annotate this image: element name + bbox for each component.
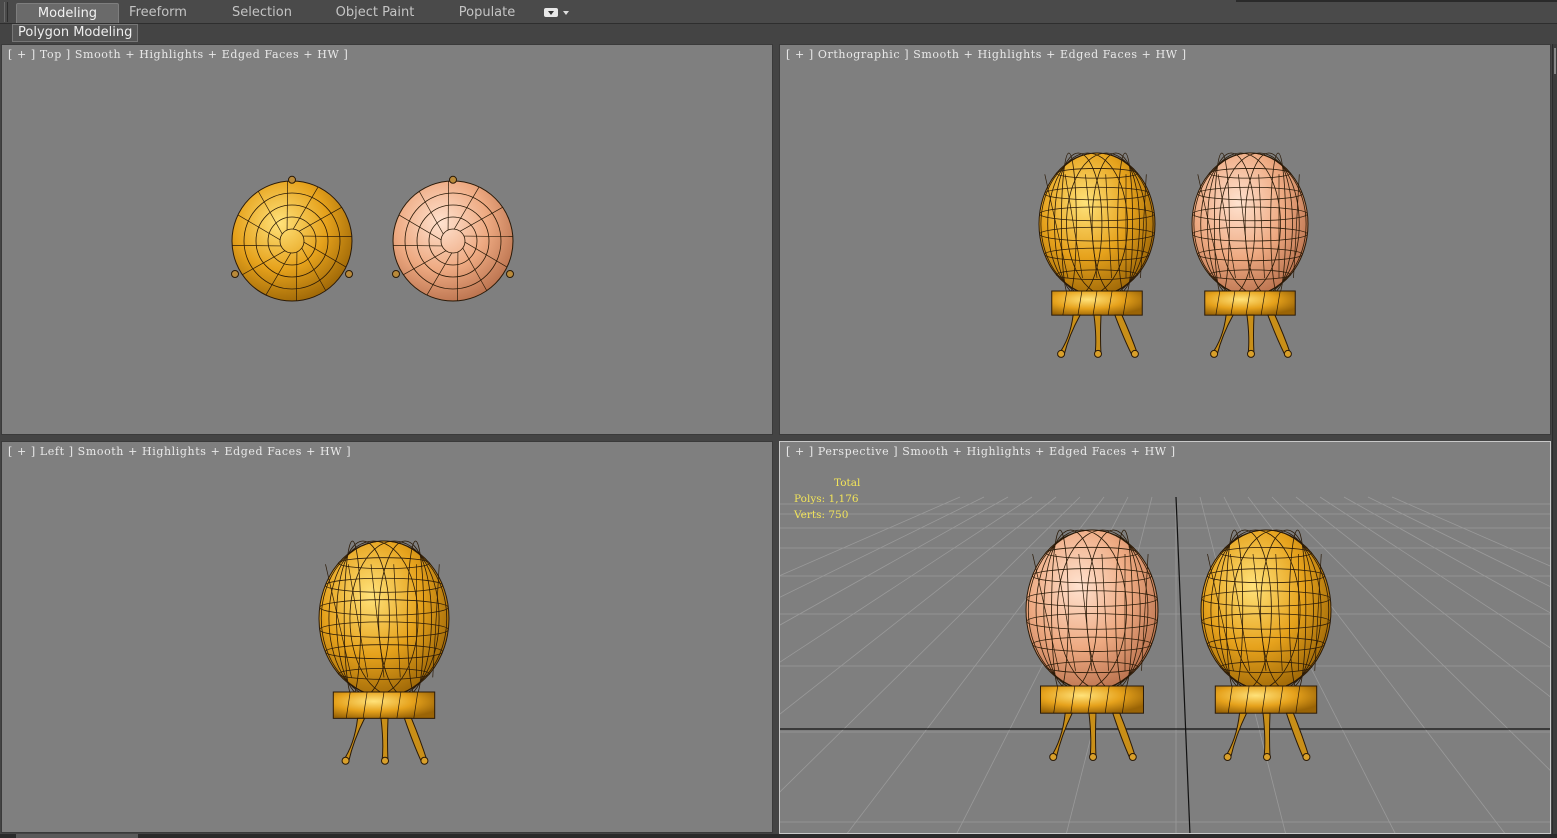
ribbon-tab-bar: Modeling Freeform Selection Object Paint… xyxy=(0,0,1557,24)
ribbon-options-button[interactable] xyxy=(543,7,571,19)
tab-object-paint[interactable]: Object Paint xyxy=(330,3,420,23)
tab-modeling[interactable]: Modeling xyxy=(16,3,119,23)
pink-egg-perspective[interactable] xyxy=(1025,529,1159,761)
viewport-top-scene xyxy=(231,175,514,302)
viewport-left[interactable]: [ + ] Left ] Smooth + Highlights + Edged… xyxy=(1,441,773,833)
stats-header: Total xyxy=(834,477,861,489)
chevron-down-icon xyxy=(563,11,569,15)
ribbon-panel: Polygon Modeling xyxy=(0,24,1557,42)
viewport-orthographic[interactable]: [ + ] Orthographic ] Smooth + Highlights… xyxy=(779,44,1551,435)
gold-egg-left[interactable] xyxy=(318,540,450,765)
stats-polys: Polys: 1,176 xyxy=(794,493,859,505)
gold-egg-perspective[interactable] xyxy=(1200,529,1332,761)
tab-freeform[interactable]: Freeform xyxy=(122,3,194,23)
bottom-status-strip xyxy=(0,834,1557,838)
viewport-perspective-scene xyxy=(780,496,1550,833)
ribbon-divider xyxy=(1236,0,1557,2)
viewport-left-label[interactable]: [ + ] Left ] Smooth + Highlights + Edged… xyxy=(8,445,351,458)
pink-egg-ortho[interactable] xyxy=(1191,152,1309,358)
vertical-scrollbar[interactable] xyxy=(1552,44,1557,834)
grid-axis-y xyxy=(1175,496,1191,833)
ribbon-grip-handle[interactable] xyxy=(4,2,8,22)
gold-egg-ortho[interactable] xyxy=(1038,152,1156,358)
viewport-top[interactable]: [ + ] Top ] Smooth + Highlights + Edged … xyxy=(1,44,773,435)
tab-selection[interactable]: Selection xyxy=(222,3,302,23)
scrollbar-thumb[interactable] xyxy=(1554,48,1556,74)
gold-egg-top[interactable] xyxy=(231,175,353,302)
perspective-grid xyxy=(780,496,1550,833)
tab-populate[interactable]: Populate xyxy=(452,3,522,23)
viewport-perspective[interactable]: [ + ] Perspective ] Smooth + Highlights … xyxy=(779,441,1551,834)
scene-statistics: Total Polys: 1,176 Verts: 750 xyxy=(794,475,860,523)
viewport-orthographic-label[interactable]: [ + ] Orthographic ] Smooth + Highlights… xyxy=(786,48,1187,61)
polygon-modeling-panel-button[interactable]: Polygon Modeling xyxy=(12,24,139,42)
pink-egg-top[interactable] xyxy=(392,175,514,302)
viewport-perspective-label[interactable]: [ + ] Perspective ] Smooth + Highlights … xyxy=(786,445,1176,458)
camera-icon xyxy=(544,8,558,17)
viewport-left-scene xyxy=(318,540,450,765)
viewport-orthographic-scene xyxy=(1038,152,1309,358)
status-segment xyxy=(16,834,138,838)
viewport-top-label[interactable]: [ + ] Top ] Smooth + Highlights + Edged … xyxy=(8,48,348,61)
stats-verts: Verts: 750 xyxy=(794,509,849,521)
